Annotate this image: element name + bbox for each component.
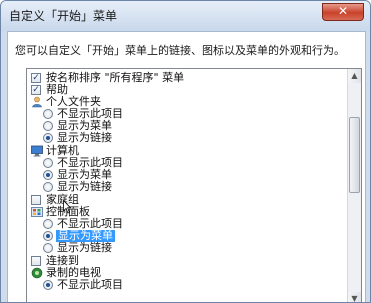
- scroll-up-button[interactable]: ▲: [348, 69, 361, 83]
- computer-radio-hide[interactable]: [43, 158, 53, 168]
- personal-folder-radio-hide[interactable]: [43, 109, 53, 119]
- homegroup-checkbox[interactable]: [31, 195, 41, 205]
- description-text: 您可以自定义「开始」菜单上的链接、图标以及菜单的外观和行为。: [15, 44, 345, 57]
- mouse-cursor-icon: [63, 200, 71, 214]
- help-checkbox[interactable]: ✓: [31, 85, 41, 95]
- option-label: 显示为链接: [57, 131, 112, 144]
- dialog-body: 您可以自定义「开始」菜单上的链接、图标以及菜单的外观和行为。 ✓ 按名称排序 "…: [7, 31, 366, 302]
- customize-start-menu-dialog: 自定义「开始」菜单 ✕ 您可以自定义「开始」菜单上的链接、图标以及菜单的外观和行…: [0, 0, 371, 303]
- computer-icon: [31, 145, 43, 157]
- control-panel-icon: [31, 207, 43, 217]
- connect-to-checkbox[interactable]: [31, 256, 41, 266]
- recorded-tv-radio-hide[interactable]: [43, 280, 53, 290]
- option-label: 不显示此项目: [57, 278, 123, 291]
- control-panel-radio-menu[interactable]: [43, 231, 53, 241]
- personal-folder-radio-menu[interactable]: [43, 121, 53, 131]
- close-button[interactable]: ✕: [322, 3, 364, 21]
- control-panel-radio-link[interactable]: [43, 243, 53, 253]
- tv-icon: [31, 267, 43, 279]
- option-label: 显示为链接: [57, 241, 112, 254]
- vertical-scrollbar[interactable]: ▲ ▼: [347, 69, 361, 302]
- personal-folder-radio-link[interactable]: [43, 133, 53, 143]
- computer-radio-link[interactable]: [43, 182, 53, 192]
- options-listbox[interactable]: ✓ 按名称排序 "所有程序" 菜单 ✓ 帮助 个人文件夹 不显示此项目 显示为菜…: [26, 68, 362, 302]
- option-label: 显示为链接: [57, 180, 112, 193]
- sort-all-programs-checkbox[interactable]: ✓: [31, 73, 41, 83]
- scroll-thumb[interactable]: [349, 117, 360, 193]
- window-title: 自定义「开始」菜单: [9, 9, 118, 23]
- computer-radio-menu[interactable]: [43, 170, 53, 180]
- folder-icon: [32, 96, 42, 108]
- control-panel-radio-hide[interactable]: [43, 219, 53, 229]
- scroll-down-button[interactable]: ▼: [348, 292, 361, 302]
- title-bar: 自定义「开始」菜单 ✕: [1, 1, 370, 31]
